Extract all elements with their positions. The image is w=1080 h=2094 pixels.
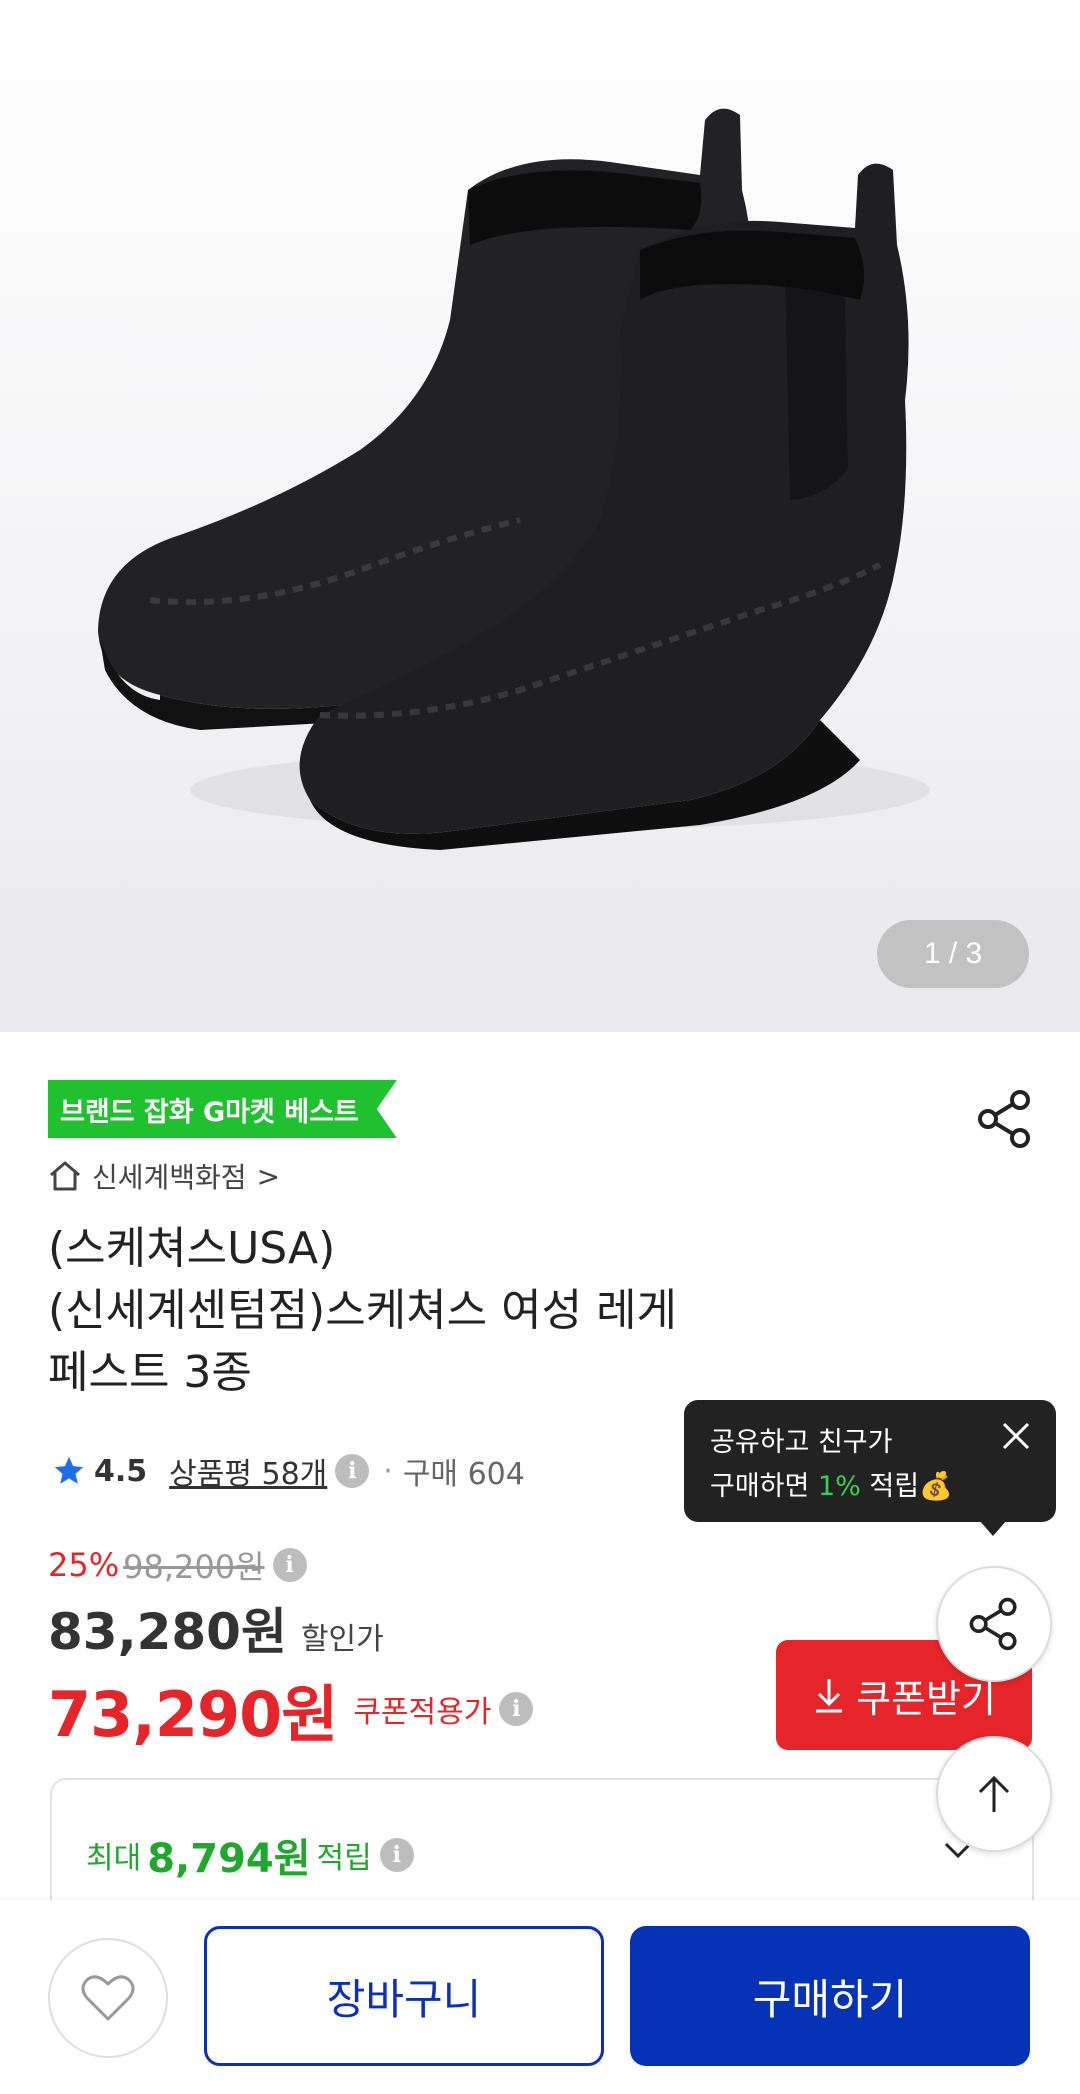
wishlist-button[interactable]: [48, 1938, 168, 2058]
discount-rate: 25%: [48, 1546, 120, 1584]
title-line: 페스트 3종: [48, 1347, 252, 1398]
bottom-action-bar: 장바구니 구매하기: [0, 1900, 1080, 2094]
rating-score: 4.5: [94, 1453, 148, 1489]
tooltip-close-button[interactable]: [998, 1418, 1034, 1454]
add-to-cart-button[interactable]: 장바구니: [204, 1926, 604, 2066]
info-icon[interactable]: i: [272, 1548, 307, 1582]
close-icon: [1002, 1422, 1030, 1450]
coupon-price-label: 쿠폰적용가: [353, 1695, 492, 1730]
store-name: 신세계백화점: [92, 1161, 247, 1194]
tooltip-text: 구매하면: [710, 1471, 818, 1502]
tooltip-line-2: 구매하면 1% 적립💰: [710, 1464, 953, 1503]
store-link[interactable]: 신세계백화점 >: [48, 1156, 280, 1196]
home-icon: [50, 1161, 80, 1191]
tooltip-line-1: 공유하고 친구가: [710, 1427, 893, 1458]
download-icon: [816, 1679, 843, 1713]
tooltip-percent: 1%: [817, 1471, 861, 1502]
share-icon: [978, 1090, 1030, 1148]
sale-price-label: 할인가: [300, 1622, 384, 1657]
share-button[interactable]: [974, 1088, 1036, 1150]
info-icon[interactable]: i: [335, 1454, 370, 1488]
points-amount: 8,794원: [147, 1836, 311, 1882]
buy-now-button[interactable]: 구매하기: [630, 1926, 1030, 2066]
title-line: (신세계센텀점)스케쳐스 여성 레게: [48, 1285, 678, 1336]
tooltip-text: 적립: [860, 1471, 920, 1502]
original-price: 98,200원: [123, 1548, 265, 1586]
floating-share-button[interactable]: [936, 1566, 1052, 1682]
tooltip-tail: [979, 1520, 1007, 1536]
scroll-to-top-button[interactable]: [936, 1736, 1052, 1852]
reviews-link[interactable]: 상품평 58개: [169, 1449, 327, 1493]
separator-dot: ·: [383, 1453, 393, 1489]
coupon-price: 73,290원: [48, 1678, 338, 1751]
points-prefix: 최대: [86, 1841, 142, 1876]
product-image-gallery[interactable]: 1 / 3: [0, 0, 1080, 1032]
share-icon: [969, 1597, 1017, 1651]
points-suffix: 적립: [316, 1841, 372, 1876]
share-reward-tooltip: 공유하고 친구가 구매하면 1% 적립💰: [684, 1400, 1056, 1536]
sale-price: 83,280원: [48, 1603, 287, 1661]
heart-icon: [81, 1975, 135, 2021]
discount-row: 25% 98,200원 i: [48, 1542, 307, 1588]
product-image: [98, 108, 930, 850]
title-line: (스케쳐스USA): [48, 1223, 336, 1274]
purchase-count: 구매 604: [402, 1457, 525, 1492]
points-row: 최대 8,794원 적립 i: [86, 1826, 414, 1884]
product-title: (스케쳐스USA) (신세계센텀점)스케쳐스 여성 레게 페스트 3종: [48, 1218, 868, 1404]
info-icon[interactable]: i: [379, 1838, 414, 1872]
coupon-price-row: 73,290원 쿠폰적용가 i: [48, 1664, 534, 1754]
star-icon: [54, 1456, 84, 1484]
chevron-right-icon: >: [256, 1159, 281, 1193]
best-seller-badge: 브랜드 잡화 G마켓 베스트: [48, 1080, 397, 1138]
money-bag-icon: 💰: [919, 1471, 953, 1502]
rating-row: 4.5 상품평 58개 i · 구매 604: [52, 1446, 525, 1496]
sale-price-row: 83,280원 할인가: [48, 1592, 384, 1664]
image-pager-indicator: 1 / 3: [877, 920, 1029, 988]
info-icon[interactable]: i: [499, 1692, 534, 1726]
arrow-up-icon: [978, 1775, 1010, 1812]
